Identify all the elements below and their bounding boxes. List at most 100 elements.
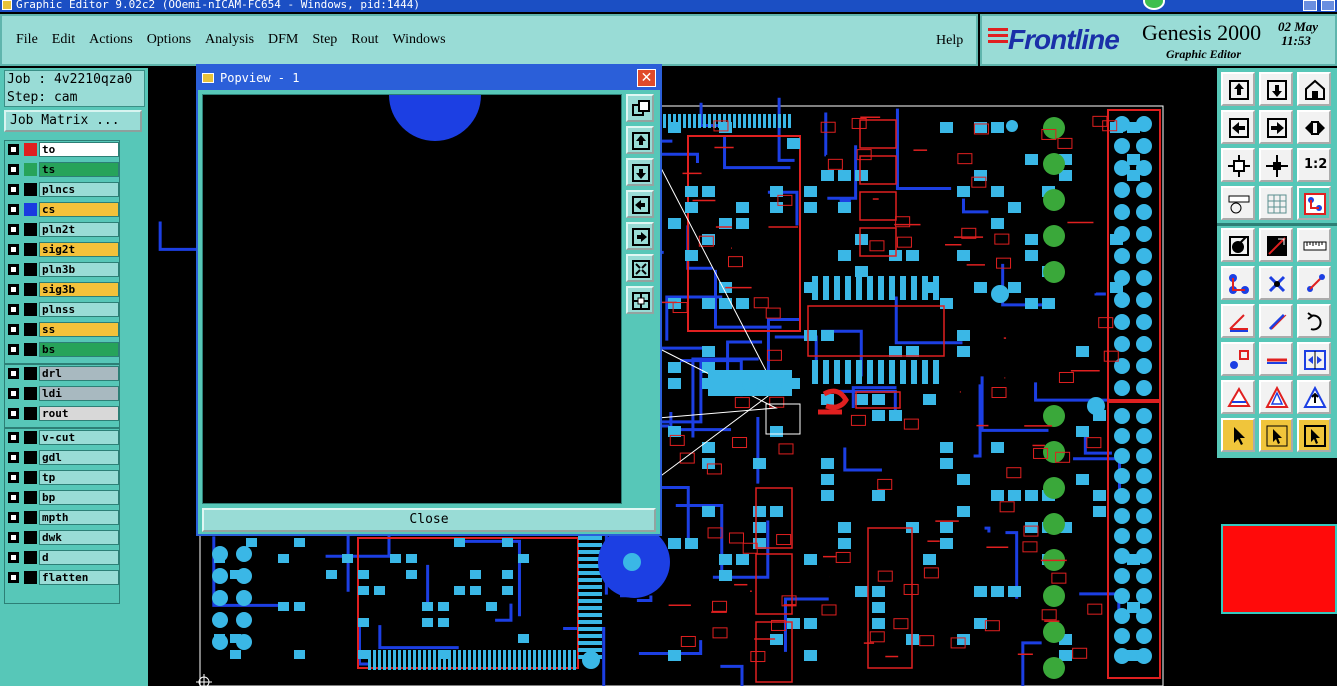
layer-name[interactable]: rout xyxy=(39,406,119,421)
layer-row-mpth[interactable]: mpth xyxy=(7,510,119,525)
layer-checkbox[interactable] xyxy=(8,452,19,463)
layer-color-swatch[interactable] xyxy=(24,343,37,356)
layer-color-swatch[interactable] xyxy=(24,163,37,176)
layer-row-plnss[interactable]: plnss xyxy=(7,302,119,317)
layer-name[interactable]: pln2t xyxy=(39,222,119,237)
menu-edit[interactable]: Edit xyxy=(52,32,75,48)
layer-row-pln2t[interactable]: pln2t xyxy=(7,222,119,237)
menu-rout[interactable]: Rout xyxy=(351,32,378,48)
layer-row-d[interactable]: d xyxy=(7,550,119,565)
zoom-window-up-icon[interactable] xyxy=(1221,72,1255,106)
pan-down-icon[interactable] xyxy=(626,158,654,186)
layer-name[interactable]: ldi xyxy=(39,386,119,401)
layer-checkbox[interactable] xyxy=(8,472,19,483)
layer-checkbox[interactable] xyxy=(8,432,19,443)
fit-width-icon[interactable] xyxy=(1297,110,1331,144)
layer-checkbox[interactable] xyxy=(8,304,19,315)
mirror-icon[interactable] xyxy=(1297,342,1331,376)
layer-name[interactable]: v-cut xyxy=(39,430,119,445)
layer-color-swatch[interactable] xyxy=(24,531,37,544)
layer-checkbox[interactable] xyxy=(8,284,19,295)
layer-checkbox[interactable] xyxy=(8,244,19,255)
zoom-in-icon[interactable] xyxy=(1259,148,1293,182)
layer-row-drl[interactable]: drl xyxy=(7,366,119,381)
layer-checkbox[interactable] xyxy=(8,144,19,155)
layer-checkbox[interactable] xyxy=(8,512,19,523)
layer-checkbox[interactable] xyxy=(8,164,19,175)
layer-checkbox[interactable] xyxy=(8,184,19,195)
zoom-window-down-icon[interactable] xyxy=(1259,72,1293,106)
layer-color-swatch[interactable] xyxy=(24,471,37,484)
layer-name[interactable]: ts xyxy=(39,162,119,177)
delete-feature-icon[interactable] xyxy=(1259,266,1293,300)
layer-color-swatch[interactable] xyxy=(24,203,37,216)
layer-row-plncs[interactable]: plncs xyxy=(7,182,119,197)
layer-checkbox[interactable] xyxy=(8,204,19,215)
menu-step[interactable]: Step xyxy=(312,32,337,48)
layer-name[interactable]: plncs xyxy=(39,182,119,197)
home-icon[interactable] xyxy=(1297,72,1331,106)
layer-row-flatten[interactable]: flatten xyxy=(7,570,119,585)
menu-file[interactable]: File xyxy=(16,32,38,48)
layer-name[interactable]: gdl xyxy=(39,450,119,465)
layer-row-ss[interactable]: ss xyxy=(7,322,119,337)
layer-color-swatch[interactable] xyxy=(24,243,37,256)
layer-checkbox[interactable] xyxy=(8,324,19,335)
triangle-select-icon[interactable] xyxy=(1221,380,1255,414)
snap-icon[interactable] xyxy=(1297,186,1331,220)
layer-color-swatch[interactable] xyxy=(24,303,37,316)
layer-color-swatch[interactable] xyxy=(24,323,37,336)
menu-options[interactable]: Options xyxy=(147,32,191,48)
layer-color-swatch[interactable] xyxy=(24,431,37,444)
layer-checkbox[interactable] xyxy=(8,532,19,543)
layer-checkbox[interactable] xyxy=(8,572,19,583)
layer-color-swatch[interactable] xyxy=(24,283,37,296)
menu-analysis[interactable]: Analysis xyxy=(205,32,254,48)
close-icon[interactable]: ✕ xyxy=(637,69,656,87)
layer-row-to[interactable]: to xyxy=(7,142,119,157)
layer-row-rout[interactable]: rout xyxy=(7,406,119,421)
menu-help[interactable]: Help xyxy=(936,33,963,49)
layer-name[interactable]: sig3b xyxy=(39,282,119,297)
triangle-edit-icon[interactable] xyxy=(1259,380,1293,414)
layer-color-swatch[interactable] xyxy=(24,223,37,236)
layer-color-swatch[interactable] xyxy=(24,387,37,400)
layer-checkbox[interactable] xyxy=(8,344,19,355)
move-feature-icon[interactable] xyxy=(1297,266,1331,300)
layer-checkbox[interactable] xyxy=(8,264,19,275)
layer-name[interactable]: ss xyxy=(39,322,119,337)
layer-row-dwk[interactable]: dwk xyxy=(7,530,119,545)
layer-row-cs[interactable]: cs xyxy=(7,202,119,217)
layer-color-swatch[interactable] xyxy=(24,451,37,464)
ruler-icon[interactable] xyxy=(1297,228,1331,262)
connect-pads-icon[interactable] xyxy=(1221,266,1255,300)
layer-name[interactable]: mpth xyxy=(39,510,119,525)
angle-icon[interactable] xyxy=(1221,304,1255,338)
triangle-up-icon[interactable] xyxy=(1297,380,1331,414)
layer-color-swatch[interactable] xyxy=(24,491,37,504)
measure-icon[interactable] xyxy=(1221,186,1255,220)
select-feature-icon[interactable] xyxy=(1221,228,1255,262)
layer-name[interactable]: dwk xyxy=(39,530,119,545)
layer-name[interactable]: bp xyxy=(39,490,119,505)
layer-checkbox[interactable] xyxy=(8,224,19,235)
layer-row-sig2t[interactable]: sig2t xyxy=(7,242,119,257)
minimize-button[interactable] xyxy=(1303,0,1317,11)
menu-windows[interactable]: Windows xyxy=(393,32,446,48)
layer-checkbox[interactable] xyxy=(8,492,19,503)
layer-row-tp[interactable]: tp xyxy=(7,470,119,485)
popview-title-bar[interactable]: Popview - 1 ✕ xyxy=(198,66,660,90)
trace-icon[interactable] xyxy=(1259,342,1293,376)
layer-row-v-cut[interactable]: v-cut xyxy=(7,430,119,445)
maximize-button[interactable] xyxy=(1321,0,1335,11)
layer-row-sig3b[interactable]: sig3b xyxy=(7,282,119,297)
pointer-box-icon[interactable] xyxy=(1259,418,1293,452)
slash-line-icon[interactable] xyxy=(1259,304,1293,338)
layer-name[interactable]: pln3b xyxy=(39,262,119,277)
layer-row-pln3b[interactable]: pln3b xyxy=(7,262,119,277)
layer-color-swatch[interactable] xyxy=(24,407,37,420)
zoom-out-icon[interactable] xyxy=(626,254,654,282)
layer-color-swatch[interactable] xyxy=(24,511,37,524)
grid-icon[interactable] xyxy=(1259,186,1293,220)
layer-checkbox[interactable] xyxy=(8,552,19,563)
